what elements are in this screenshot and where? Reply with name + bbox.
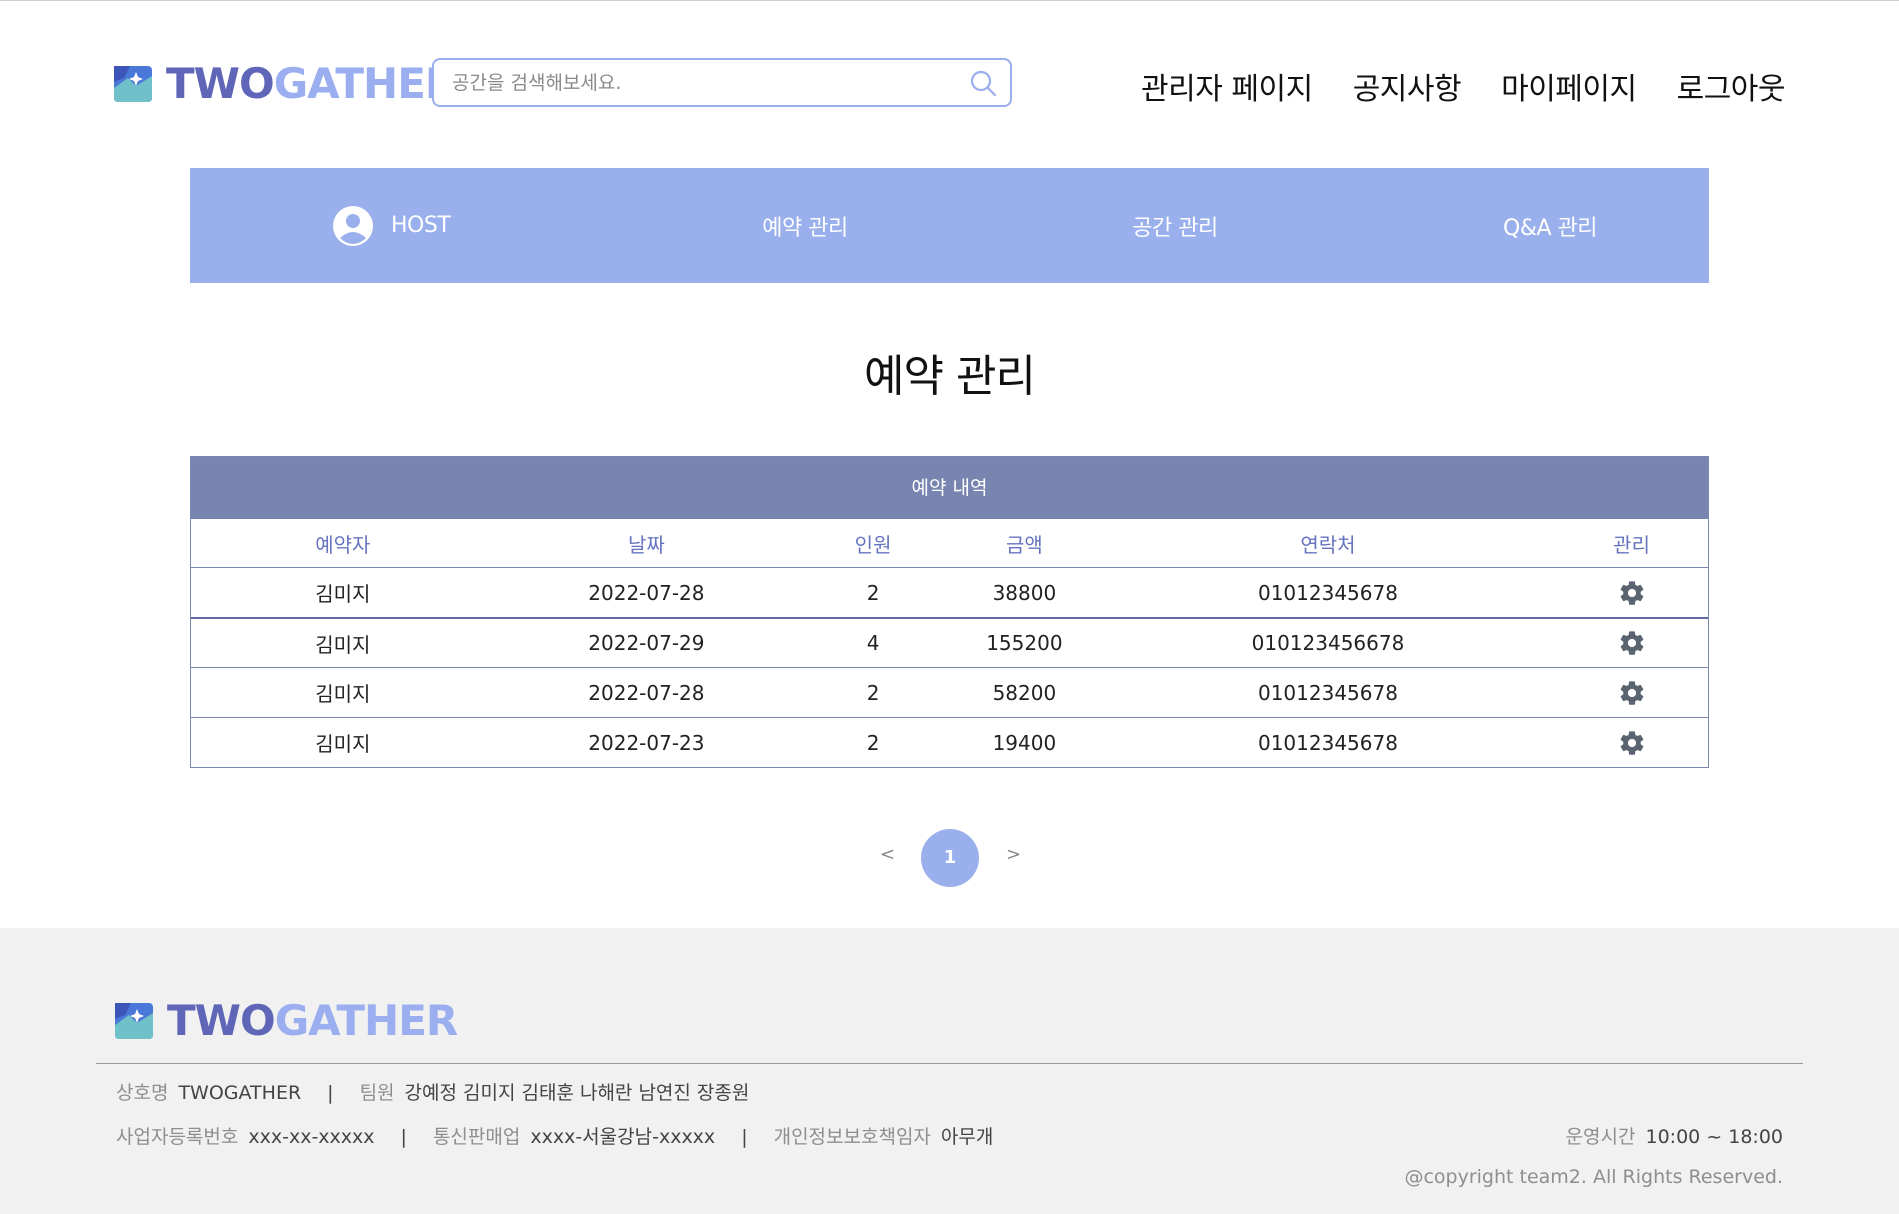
footer-team-value: 강예정 김미지 김태훈 나해란 남연진 장종원: [404, 1082, 750, 1104]
table-row: 김미지 2022-07-23 2 19400 01012345678: [191, 717, 1708, 767]
pagination-next[interactable]: >: [1006, 844, 1021, 865]
reservation-table: 예약 내역 예약자 날짜 인원 금액 연락처 관리 김미지 2022-07-28…: [190, 456, 1709, 768]
logo-icon: [114, 66, 152, 102]
pagination-prev[interactable]: <: [880, 844, 895, 865]
cell-date: 2022-07-23: [588, 730, 705, 755]
nav-notice[interactable]: 공지사항: [1353, 64, 1462, 108]
header-cell-booker: 예약자: [315, 532, 371, 557]
table-header-row: 예약자 날짜 인원 금액 연락처 관리: [191, 519, 1708, 567]
footer-privacy-value: 아무개: [940, 1126, 994, 1148]
header-cell-contact: 연락처: [1300, 532, 1356, 557]
cell-date: 2022-07-29: [588, 631, 705, 655]
header-logo[interactable]: TWOGATHER: [114, 59, 457, 108]
footer-separator: |: [741, 1126, 748, 1148]
cell-booker: 김미지: [315, 582, 371, 606]
site-header: TWOGATHER 관리자 페이지 공지사항 마이페이지 로그아웃: [0, 0, 1899, 160]
header-cell-manage: 관리: [1613, 532, 1650, 557]
nav-admin-page[interactable]: 관리자 페이지: [1141, 64, 1313, 108]
cell-manage: [1555, 729, 1708, 757]
table-row: 김미지 2022-07-28 2 38800 01012345678: [191, 567, 1708, 617]
footer-hours: 운영시간 10:00 ~ 18:00: [1566, 1122, 1783, 1149]
host-label: HOST: [391, 213, 451, 238]
logo-icon: [115, 1003, 153, 1039]
top-navigation: 관리자 페이지 공지사항 마이페이지 로그아웃: [1141, 64, 1785, 108]
footer-copyright: @copyright team2. All Rights Reserved.: [1404, 1166, 1783, 1188]
footer-separator: |: [400, 1126, 407, 1148]
table-caption: 예약 내역: [191, 457, 1708, 519]
menu-space-manage[interactable]: 공간 관리: [1100, 168, 1250, 283]
footer-logo[interactable]: TWOGATHER: [115, 996, 458, 1045]
page-title: 예약 관리: [864, 351, 1036, 402]
cell-amount: 155200: [986, 631, 1063, 655]
footer-team-key: 팀원: [359, 1082, 395, 1104]
cell-contact: 01012345678: [1257, 680, 1398, 705]
logo-wordmark: TWOGATHER: [166, 59, 457, 108]
cell-manage: [1555, 679, 1708, 707]
cell-amount: 58200: [992, 680, 1057, 705]
host-menu-bar: HOST 예약 관리 공간 관리 Q&A 관리: [190, 168, 1709, 283]
gear-icon[interactable]: [1618, 629, 1646, 657]
footer-biz-value: xxx-xx-xxxxx: [248, 1126, 375, 1148]
footer-hours-key: 운영시간: [1565, 1126, 1636, 1148]
cell-contact: 01012345678: [1257, 730, 1398, 755]
cell-contact: 010123456678: [1251, 631, 1405, 655]
footer-mail-value: xxxx-서울강남-xxxxx: [530, 1126, 716, 1148]
site-footer: TWOGATHER 상호명 TWOGATHER | 팀원 강예정 김미지 김태훈 나해란…: [0, 928, 1899, 1214]
menu-reservation-manage[interactable]: 예약 관리: [730, 168, 880, 283]
cell-people: 2: [866, 580, 880, 605]
footer-company-key: 상호명: [116, 1082, 169, 1104]
footer-business-line: 사업자등록번호 xxx-xx-xxxxx | 통신판매업 xxxx-서울강남-xxxxx…: [116, 1122, 993, 1149]
footer-hours-value: 10:00 ~ 18:00: [1645, 1126, 1783, 1148]
user-avatar-icon: [333, 205, 373, 246]
nav-mypage[interactable]: 마이페이지: [1501, 64, 1637, 108]
pagination: < 1 >: [0, 828, 1899, 888]
menu-qna-manage[interactable]: Q&A 관리: [1470, 168, 1630, 283]
cell-amount: 38800: [992, 580, 1057, 605]
logo-wordmark: TWOGATHER: [167, 996, 458, 1045]
cell-booker: 김미지: [315, 632, 371, 657]
header-cell-amount: 금액: [1005, 532, 1043, 557]
search-icon[interactable]: [968, 68, 998, 98]
footer-separator: |: [327, 1082, 334, 1104]
footer-divider: [96, 1063, 1803, 1064]
cell-manage: [1555, 629, 1708, 657]
footer-biz-key: 사업자등록번호: [116, 1126, 239, 1148]
cell-people: 4: [866, 631, 880, 655]
cell-date: 2022-07-28: [588, 680, 705, 705]
search-box: [432, 58, 1012, 107]
table-row: 김미지 2022-07-28 2 58200 01012345678: [191, 667, 1708, 717]
nav-logout[interactable]: 로그아웃: [1677, 64, 1786, 108]
cell-people: 2: [866, 680, 880, 705]
header-cell-people: 인원: [854, 532, 892, 557]
search-input[interactable]: [452, 68, 952, 98]
gear-icon[interactable]: [1618, 729, 1646, 757]
footer-privacy-key: 개인정보보호책임자: [773, 1126, 931, 1148]
host-profile[interactable]: HOST: [333, 168, 451, 283]
footer-company-value: TWOGATHER: [178, 1082, 302, 1104]
cell-booker: 김미지: [315, 682, 371, 706]
cell-amount: 19400: [992, 730, 1057, 755]
cell-manage: [1555, 579, 1708, 607]
cell-date: 2022-07-28: [588, 580, 705, 605]
cell-contact: 01012345678: [1257, 580, 1398, 605]
footer-mail-key: 통신판매업: [432, 1126, 521, 1148]
gear-icon[interactable]: [1618, 679, 1646, 707]
table-row: 김미지 2022-07-29 4 155200 010123456678: [191, 617, 1708, 667]
header-cell-date: 날짜: [627, 532, 665, 557]
gear-icon[interactable]: [1618, 579, 1646, 607]
cell-booker: 김미지: [315, 732, 371, 756]
cell-people: 2: [866, 730, 880, 755]
pagination-page-current[interactable]: 1: [921, 829, 979, 887]
footer-company-line: 상호명 TWOGATHER | 팀원 강예정 김미지 김태훈 나해란 남연진 장종원: [116, 1078, 749, 1105]
